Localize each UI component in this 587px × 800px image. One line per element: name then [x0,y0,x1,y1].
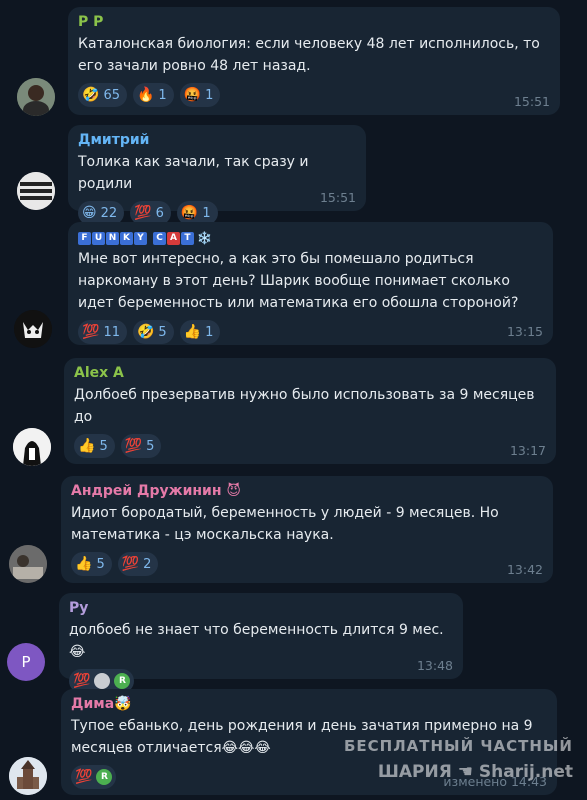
cursing-face-icon: 🤬 [183,87,202,103]
reaction-count: 5 [99,438,108,454]
reaction-rofl[interactable]: 🤣 65 [78,83,127,107]
hundred-icon: 💯 [124,438,143,454]
reactor-avatar-badge: R [114,673,131,689]
reaction-thumbs-up[interactable]: 👍 5 [74,434,115,458]
chat-view[interactable]: P P Каталонская биология: если человеку … [0,0,587,800]
watermark-line1: БЕСПЛАТНЫЙ ЧАСТНЫЙ [343,737,573,755]
message-bubble[interactable]: Андрей Дружинин 😈 Идиот бородатый, берем… [61,476,553,583]
sender-name[interactable]: Дмитрий [78,131,356,151]
watermark-site: Sharij.net [478,762,573,782]
reaction-hundred[interactable]: 💯 2 [117,552,159,576]
avatar[interactable] [9,545,47,583]
message-text: Долбоеб презерватив нужно было использов… [74,387,535,425]
sender-name[interactable]: FUNKY CAT ❄️ [78,228,543,248]
message-time: 15:51 [513,94,550,109]
message-bubble[interactable]: Ру долбоеб не знает что беременность дли… [59,593,463,693]
avatar[interactable] [14,310,52,348]
avatar[interactable] [9,757,47,795]
avatar[interactable] [13,428,51,466]
reaction-count: 22 [100,205,118,221]
message-time: 15:51 [319,190,356,205]
reaction-count: 1 [205,87,214,103]
pointing-hand-icon: ☚ [457,762,473,782]
reaction-count: 1 [205,324,214,340]
avatar-letter: Р [21,653,31,671]
snowflake-icon: ❄️ [197,231,212,245]
hundred-icon: 💯 [82,324,100,340]
message-bubble[interactable]: P P Каталонская биология: если человеку … [68,7,560,115]
message-text: Каталонская биология: если человеку 48 л… [78,36,540,74]
avatar[interactable] [17,172,55,210]
fire-icon: 🔥 [136,87,155,103]
reaction-fire[interactable]: 🔥 1 [132,83,174,107]
message-time: 13:17 [509,443,546,458]
reaction-thumbs-up[interactable]: 👍 5 [71,552,112,576]
reactions: 👍 5 💯 2 [71,552,543,576]
hundred-icon: 💯 [121,556,140,572]
reactor-avatar [94,673,111,689]
thumbs-up-icon: 👍 [78,438,96,454]
reactions: 🤣 65 🔥 1 🤬 1 [78,83,550,107]
hundred-icon: 💯 [134,205,152,221]
message-bubble[interactable]: FUNKY CAT ❄️ Мне вот интересно, а как эт… [68,222,553,345]
message-text: Мне вот интересно, а как это бы помешало… [78,251,519,311]
message-text: Толика как зачали, так сразу и родили [78,154,309,192]
watermark-brand: ШАРИЯ [377,762,452,782]
sender-name[interactable]: Андрей Дружинин 😈 [71,482,543,502]
reaction-count: 2 [143,556,152,572]
reaction-hundred[interactable]: 💯 5 [120,434,162,458]
watermark: БЕСПЛАТНЫЙ ЧАСТНЫЙ ШАРИЯ ☚ Sharij.net [344,733,573,785]
reaction-count: 1 [158,87,167,103]
reaction-hundred[interactable]: 💯 R [71,765,117,789]
message-bubble[interactable]: Alex A Долбоеб презерватив нужно было ис… [64,358,556,464]
reaction-count: 1 [202,205,211,221]
reactions: 👍 5 💯 5 [74,434,546,458]
reaction-cursing[interactable]: 🤬 1 [179,83,221,107]
sender-name[interactable]: Ру [69,599,453,619]
message-text: долбоеб не знает что беременность длится… [69,622,444,660]
funky-cat-title: FUNKY CAT [78,231,194,245]
message-time: 13:15 [506,324,543,339]
hundred-icon: 💯 [75,769,93,785]
rofl-icon: 🤣 [82,87,100,103]
cursing-face-icon: 🤬 [180,205,199,221]
grin-icon: 😁 [82,205,97,221]
watermark-line2: ШАРИЯ ☚ Sharij.net [344,759,573,785]
message-text: Идиот бородатый, беременность у людей - … [71,505,499,543]
reaction-thumbs-up[interactable]: 👍 1 [179,320,221,344]
thumbs-up-icon: 👍 [183,324,202,340]
reaction-hundred[interactable]: 💯 11 [78,320,127,344]
hundred-icon: 💯 [73,673,91,689]
sender-name[interactable]: Дима🤯 [71,695,547,715]
sender-name[interactable]: Alex A [74,364,546,384]
reaction-count: 6 [155,205,164,221]
reaction-count: 65 [103,87,120,103]
avatar[interactable]: Р [7,643,45,681]
sender-name[interactable]: P P [78,13,550,33]
message-time: 13:48 [416,658,453,673]
reactor-avatar-badge: R [96,769,113,785]
reaction-count: 11 [103,324,120,340]
thumbs-up-icon: 👍 [75,556,93,572]
reaction-rofl[interactable]: 🤣 5 [132,320,174,344]
reaction-count: 5 [96,556,105,572]
message-time: 13:42 [506,562,543,577]
avatar[interactable] [17,78,55,116]
reaction-count: 5 [146,438,155,454]
rofl-icon: 🤣 [136,324,155,340]
reactions: 💯 11 🤣 5 👍 1 [78,320,543,344]
message-bubble[interactable]: Дмитрий Толика как зачали, так сразу и р… [68,125,366,225]
reaction-count: 5 [158,324,167,340]
